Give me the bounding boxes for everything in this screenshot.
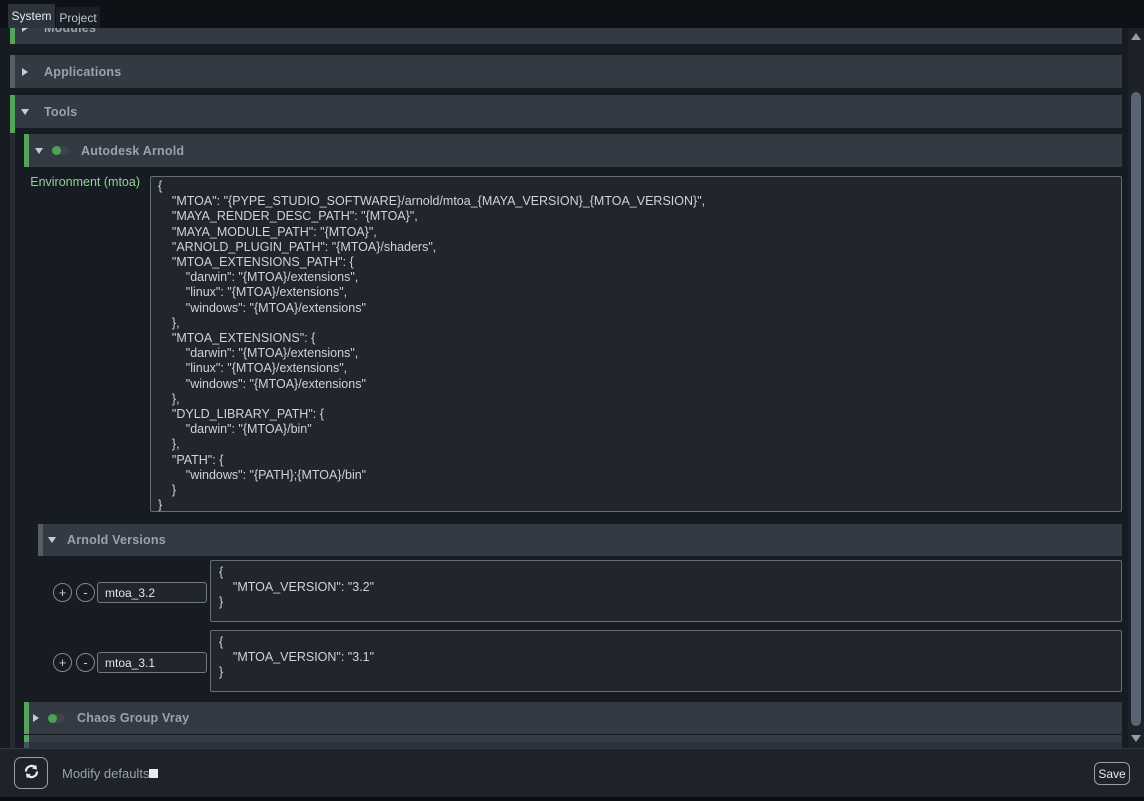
group-header-chaos-group-vray[interactable]: Chaos Group Vray <box>24 702 1122 734</box>
section-header-modules[interactable]: Modules <box>10 28 1122 44</box>
chevron-right-icon <box>22 28 28 32</box>
section-indicator-bar <box>38 524 43 556</box>
window-bottom-edge <box>0 797 1144 801</box>
section-header-applications[interactable]: Applications <box>10 55 1122 88</box>
scrollbar-thumb[interactable] <box>1131 92 1141 726</box>
add-version-button[interactable]: + <box>53 653 72 672</box>
tab-bar: System Project <box>0 0 1144 28</box>
footer-bar: Modify defaults Save <box>0 748 1144 797</box>
chevron-right-icon <box>22 68 28 76</box>
remove-version-button[interactable]: - <box>76 653 95 672</box>
environment-mtoa-label: Environment (mtoa) <box>10 175 140 189</box>
scroll-up-arrow-icon[interactable] <box>1131 33 1141 40</box>
modify-defaults-label: Modify defaults <box>62 749 149 797</box>
scroll-down-arrow-icon[interactable] <box>1131 735 1141 742</box>
tab-system[interactable]: System <box>8 4 55 28</box>
group-label: Autodesk Arnold <box>81 144 184 158</box>
section-indicator-bar <box>10 55 15 88</box>
modified-indicator-bar <box>24 702 29 734</box>
tools-section-spine-cap <box>10 128 15 133</box>
group-label: Chaos Group Vray <box>77 711 189 725</box>
section-label: Tools <box>44 105 77 119</box>
remove-version-button[interactable]: - <box>76 583 95 602</box>
chevron-down-icon <box>21 109 29 115</box>
settings-window: System Project Modules Applications Tool… <box>0 0 1144 801</box>
toggle-knob <box>52 146 61 155</box>
version-key-input[interactable] <box>97 652 207 673</box>
settings-scroll-area: Modules Applications Tools Autodesk Arno… <box>0 28 1128 748</box>
modify-defaults-checkbox[interactable] <box>149 769 158 778</box>
tools-section-spine <box>10 128 15 748</box>
save-button[interactable]: Save <box>1094 762 1130 785</box>
section-label: Modules <box>44 28 96 35</box>
modified-indicator-bar <box>24 134 29 167</box>
clipped-next-group-header <box>24 735 1122 742</box>
section-header-tools[interactable]: Tools <box>10 95 1122 128</box>
vray-enabled-toggle[interactable] <box>48 714 65 723</box>
toggle-knob <box>48 714 57 723</box>
refresh-button[interactable] <box>14 757 48 789</box>
modified-indicator-bar <box>10 28 15 44</box>
version-value-editor[interactable]: { "MTOA_VERSION": "3.2" } <box>210 560 1122 622</box>
vertical-scrollbar[interactable] <box>1128 28 1144 748</box>
refresh-icon <box>23 763 40 783</box>
arnold-enabled-toggle[interactable] <box>52 146 69 155</box>
add-version-button[interactable]: + <box>53 583 72 602</box>
modified-indicator-bar <box>10 95 15 128</box>
version-key-input[interactable] <box>97 582 207 603</box>
chevron-right-icon <box>33 714 39 722</box>
version-value-editor[interactable]: { "MTOA_VERSION": "3.1" } <box>210 630 1122 692</box>
chevron-down-icon <box>35 148 43 154</box>
group-header-arnold-versions[interactable]: Arnold Versions <box>38 524 1122 556</box>
group-label: Arnold Versions <box>67 533 166 547</box>
group-header-autodesk-arnold[interactable]: Autodesk Arnold <box>24 134 1122 167</box>
tab-project[interactable]: Project <box>56 7 100 28</box>
chevron-down-icon <box>48 537 56 543</box>
section-label: Applications <box>44 65 121 79</box>
environment-mtoa-editor[interactable]: { "MTOA": "{PYPE_STUDIO_SOFTWARE}/arnold… <box>150 176 1122 512</box>
